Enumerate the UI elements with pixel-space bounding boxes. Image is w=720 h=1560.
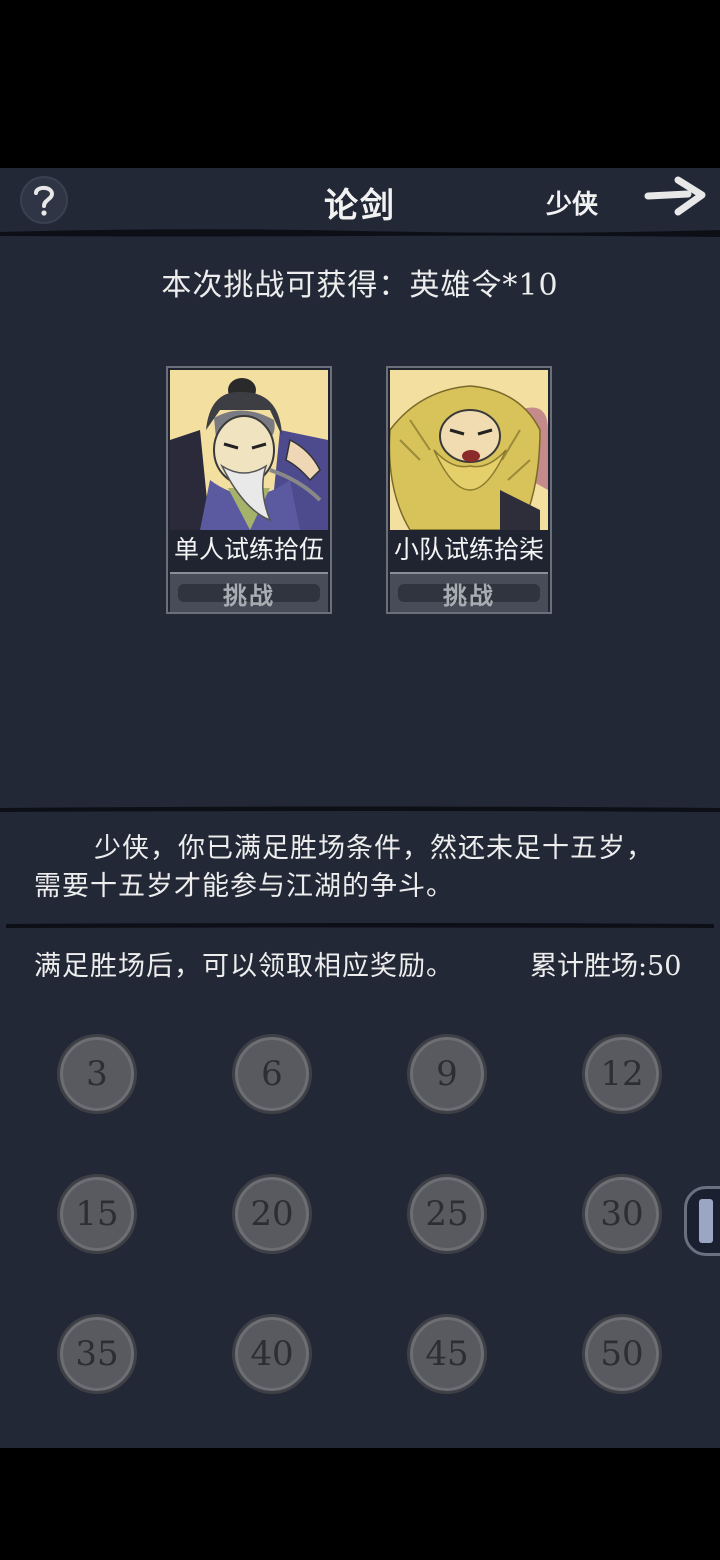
rewards-tip: 满足胜场后，可以领取相应奖励。 xyxy=(34,951,454,982)
player-name: 少侠 xyxy=(546,190,599,220)
challenge-button[interactable]: 挑战 xyxy=(390,572,548,612)
milestone-reward[interactable]: 15 xyxy=(57,1174,137,1254)
total-wins: 累计胜场:50 xyxy=(530,944,681,983)
arena-screen: 论剑 少侠 本次挑战可获得：英雄令*10 单人试练拾伍 挑战 小队试练拾柒 挑战… xyxy=(0,168,720,1448)
stage-name: 单人试练拾伍 xyxy=(173,535,324,564)
milestone-reward[interactable]: 30 xyxy=(582,1174,662,1254)
milestone-reward[interactable]: 35 xyxy=(57,1314,137,1394)
arrow-right-icon[interactable] xyxy=(644,174,708,218)
milestone-reward[interactable]: 45 xyxy=(407,1314,487,1394)
milestone-reward[interactable]: 25 xyxy=(407,1174,487,1254)
age-requirement-message: 少侠，你已满足胜场条件，然还未足十五岁， 需要十五岁才能参与江湖的争斗。 xyxy=(34,830,694,906)
header-bar: 论剑 少侠 xyxy=(0,168,720,232)
blond-warrior-portrait xyxy=(390,370,548,530)
challenge-card-solo[interactable]: 单人试练拾伍 挑战 xyxy=(166,366,332,614)
page-title: 论剑 xyxy=(324,186,396,226)
total-wins-label: 累计胜场: xyxy=(530,951,648,982)
old-master-portrait xyxy=(170,370,328,530)
challenge-button[interactable]: 挑战 xyxy=(170,572,328,612)
challenge-button-label: 挑战 xyxy=(223,580,275,610)
stage-name: 小队试练拾柒 xyxy=(393,535,544,564)
section-divider xyxy=(0,806,720,812)
milestone-reward[interactable]: 40 xyxy=(232,1314,312,1394)
header-divider xyxy=(0,229,720,237)
section-divider xyxy=(6,923,714,928)
total-wins-value: 50 xyxy=(647,951,682,982)
milestone-reward[interactable]: 20 xyxy=(232,1174,312,1254)
message-line-2: 需要十五岁才能参与江湖的争斗。 xyxy=(34,871,454,902)
side-drawer-tab[interactable] xyxy=(684,1186,720,1256)
challenge-button-label: 挑战 xyxy=(443,580,495,610)
milestone-reward[interactable]: 50 xyxy=(582,1314,662,1394)
milestone-reward[interactable]: 3 xyxy=(57,1034,137,1114)
challenge-card-team[interactable]: 小队试练拾柒 挑战 xyxy=(386,366,552,614)
message-line-1: 少侠，你已满足胜场条件，然还未足十五岁， xyxy=(94,833,654,864)
milestone-reward[interactable]: 9 xyxy=(407,1034,487,1114)
reward-text: 本次挑战可获得：英雄令*10 xyxy=(161,268,559,303)
milestone-reward[interactable]: 6 xyxy=(232,1034,312,1114)
milestone-reward[interactable]: 12 xyxy=(582,1034,662,1114)
